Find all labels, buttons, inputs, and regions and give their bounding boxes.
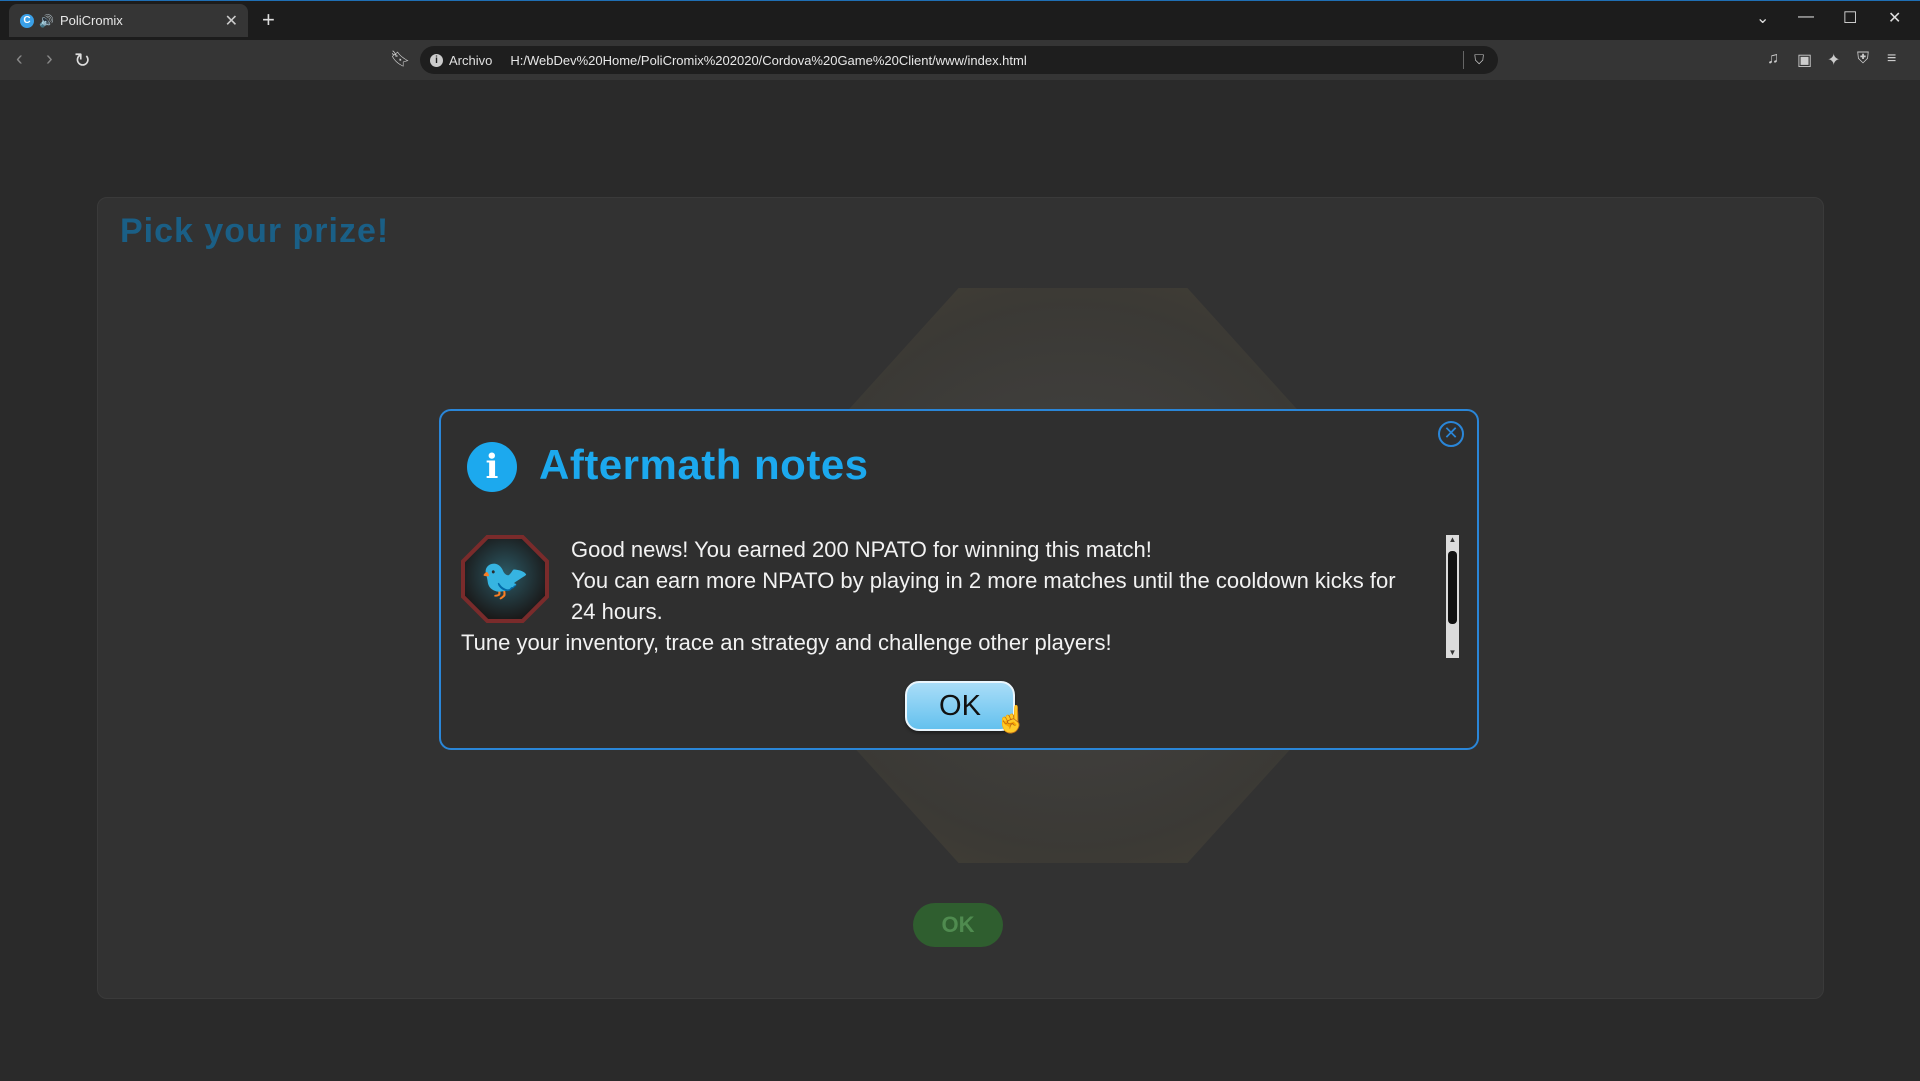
media-icon[interactable]: ♫ [1767, 50, 1779, 68]
pointer-hand-icon: ☝ [995, 704, 1028, 734]
site-favicon-icon: C [20, 13, 34, 28]
url-text[interactable]: H:/WebDev%20Home/PoliCromix%202020/Cordo… [510, 53, 1463, 68]
info-icon: i [467, 442, 517, 492]
forward-button[interactable]: › [46, 48, 53, 71]
tab-close-icon[interactable]: ✕ [225, 11, 238, 31]
scroll-thumb[interactable] [1448, 551, 1457, 624]
sidebar-icon[interactable]: ▣ [1797, 50, 1812, 70]
bookmark-icon[interactable]: 🔖︎ [390, 49, 410, 69]
scheme-label: Archivo [449, 52, 493, 68]
audio-playing-icon[interactable]: 🔊 [39, 14, 54, 28]
prize-panel-title: Pick your prize! [120, 212, 390, 250]
back-button[interactable]: ‹ [16, 48, 23, 71]
prize-ok-button: OK [913, 903, 1003, 947]
close-icon[interactable]: ✕ [1438, 421, 1464, 447]
dialog-title: Aftermath notes [539, 441, 869, 488]
scroll-up-icon[interactable]: ▲ [1446, 535, 1459, 545]
window-close-button[interactable]: ✕ [1888, 8, 1901, 28]
leo-ai-icon[interactable]: ✦ [1827, 50, 1840, 70]
address-bar[interactable]: i Archivo H:/WebDev%20Home/PoliCromix%20… [420, 46, 1498, 74]
tab-title: PoliCromix [59, 13, 123, 28]
tab-bar: C 🔊 PoliCromix ✕ + ⌄ — ☐ ✕ [0, 0, 1920, 40]
scroll-down-icon[interactable]: ▼ [1446, 648, 1459, 658]
maximize-button[interactable]: ☐ [1843, 8, 1857, 28]
minimize-button[interactable]: — [1798, 8, 1814, 26]
tab-search-chevron-icon[interactable]: ⌄ [1756, 8, 1769, 28]
aftermath-dialog: ✕ i Aftermath notes 🐦 Good news! You ear… [439, 409, 1479, 750]
dialog-message: Good news! You earned 200 NPATO for winn… [461, 534, 1421, 658]
message-scrollbar[interactable]: ▲ ▼ [1446, 535, 1459, 658]
vpn-shield-icon[interactable]: ⛨ [1857, 50, 1869, 68]
brave-shield-icon[interactable]: ⛉ [1474, 52, 1484, 68]
tab-policromix[interactable]: C 🔊 PoliCromix ✕ [9, 4, 248, 37]
message-line: You can earn more NPATO by playing in 2 … [571, 568, 1396, 624]
message-line: Tune your inventory, trace an strategy a… [461, 630, 1112, 655]
browser-toolbar: ‹ › ↻ i Archivo H:/WebDev%20Home/PoliCro… [0, 40, 1920, 80]
new-tab-button[interactable]: + [262, 7, 275, 33]
message-line: Good news! You earned 200 NPATO for winn… [571, 537, 1152, 562]
reload-button[interactable]: ↻ [74, 48, 91, 73]
menu-icon[interactable]: ≡ [1887, 50, 1896, 68]
site-info-icon[interactable]: i [430, 53, 443, 67]
divider [1463, 51, 1465, 69]
